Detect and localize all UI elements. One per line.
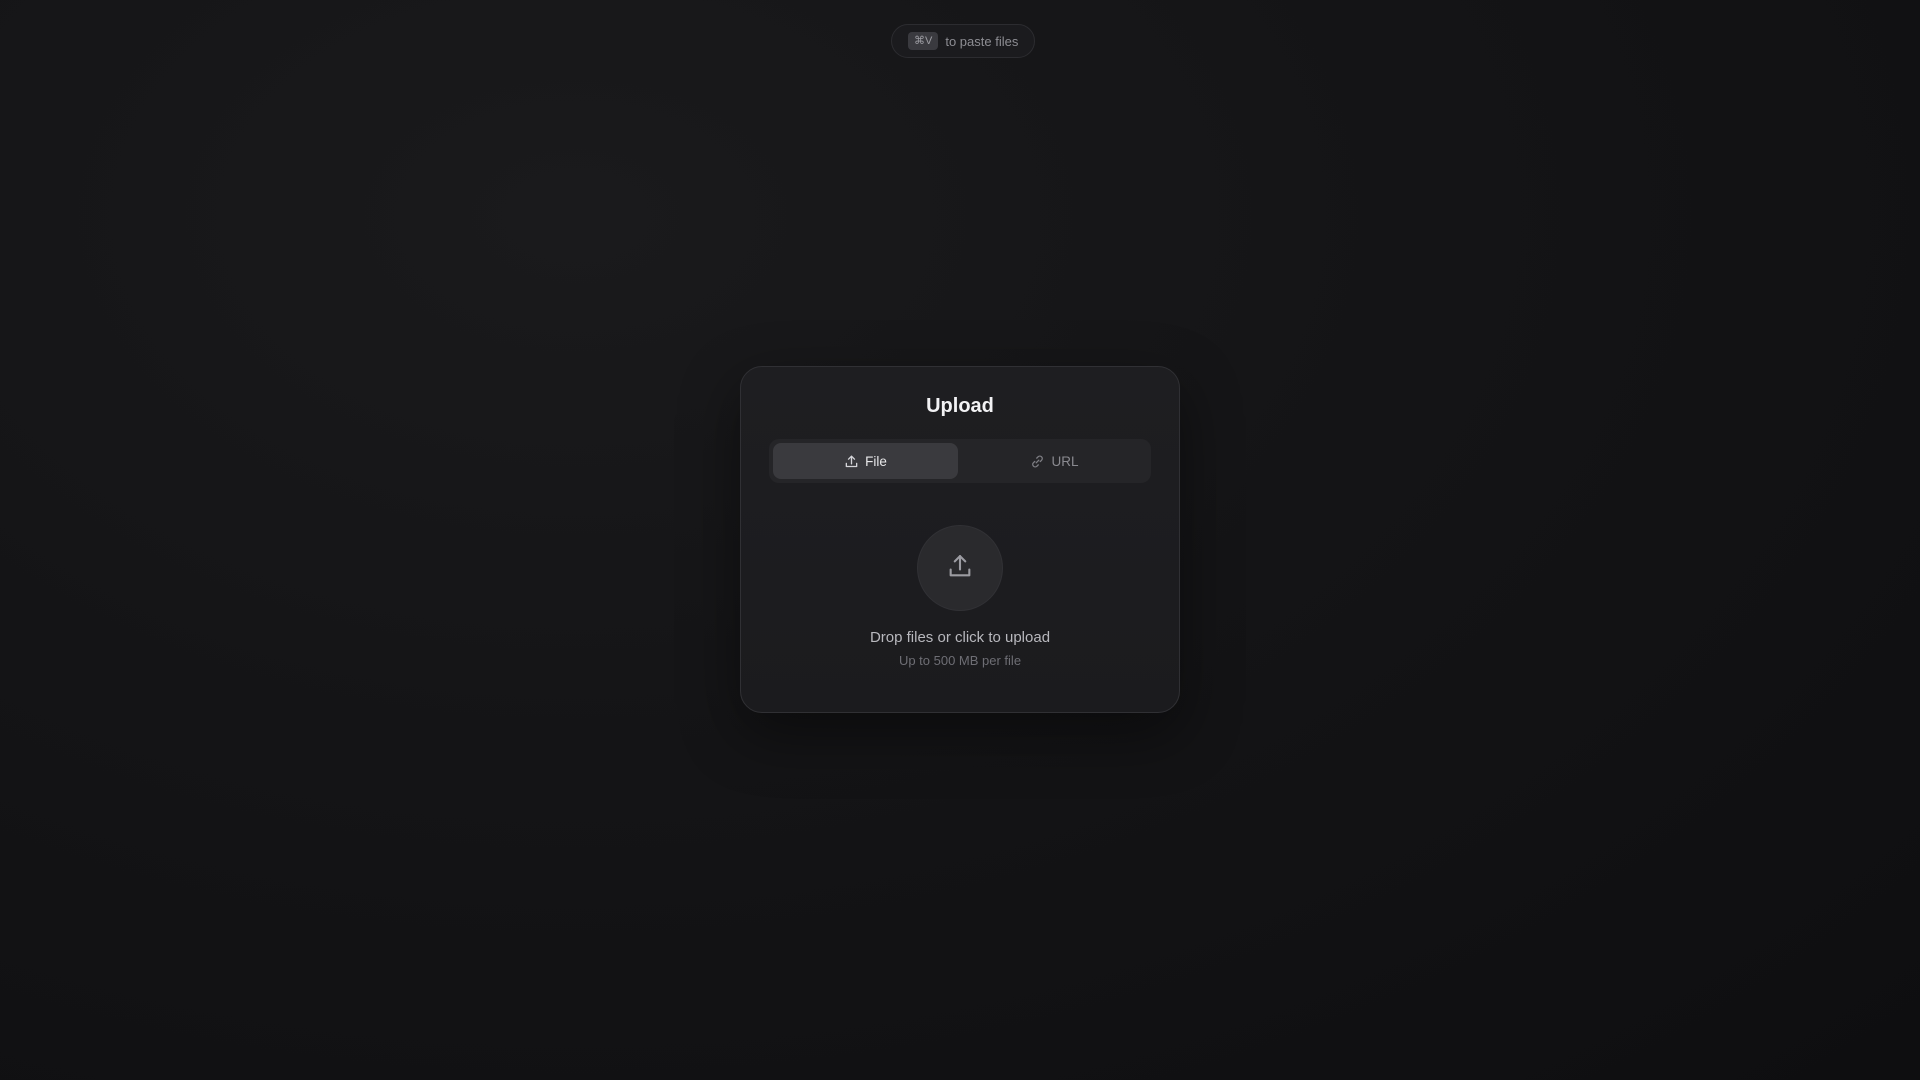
dropzone-primary-text: Drop files or click to upload bbox=[869, 629, 1051, 646]
paste-hint-text: to paste files bbox=[945, 33, 1019, 49]
upload-card: Upload File URL Drop files or click to u… bbox=[740, 366, 1180, 713]
upload-mode-tabs: File URL bbox=[769, 439, 1151, 483]
dropzone-size-limit: Up to 500 MB per file bbox=[898, 653, 1022, 668]
upload-button[interactable] bbox=[917, 525, 1003, 611]
upload-icon bbox=[946, 552, 974, 585]
tab-file[interactable]: File bbox=[773, 443, 958, 479]
paste-hint: ⌘V to paste files bbox=[891, 24, 1036, 58]
upload-icon bbox=[844, 454, 859, 469]
link-icon bbox=[1030, 454, 1045, 469]
paste-shortcut-key: ⌘V bbox=[908, 32, 939, 50]
tab-url-label: URL bbox=[1051, 453, 1079, 469]
tab-file-label: File bbox=[865, 453, 887, 469]
tab-url[interactable]: URL bbox=[962, 443, 1147, 479]
card-title: Upload bbox=[926, 395, 994, 417]
file-dropzone[interactable]: Drop files or click to upload Up to 500 … bbox=[769, 507, 1151, 687]
